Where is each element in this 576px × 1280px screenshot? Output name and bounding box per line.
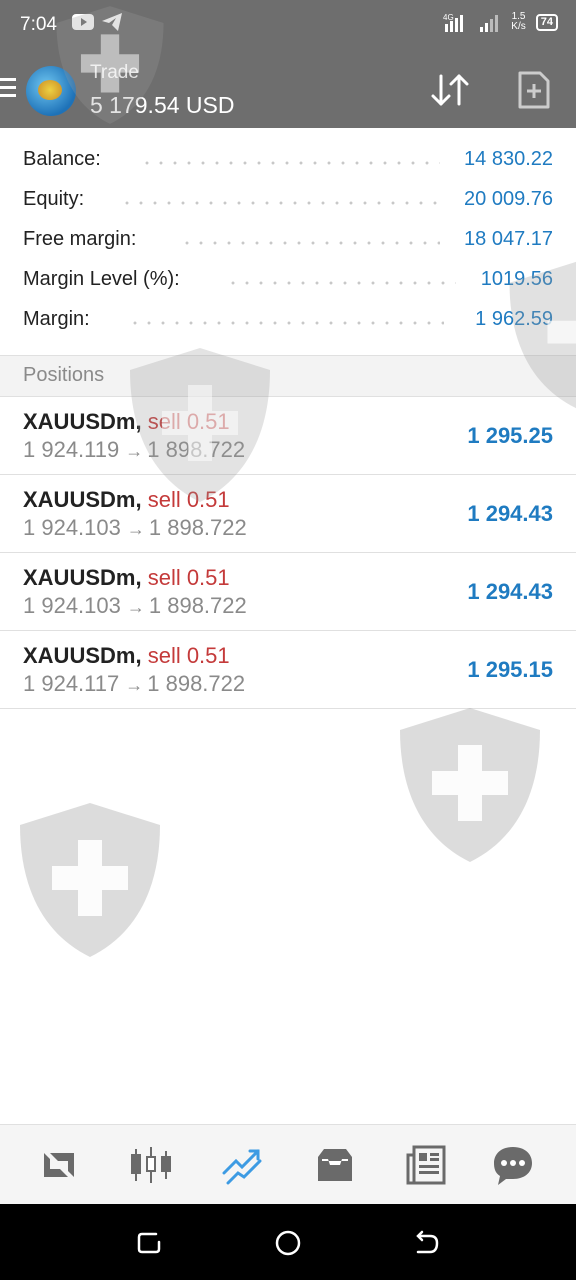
network-speed: 1.5 K/s	[511, 11, 526, 32]
position-type: sell 0.51	[147, 565, 230, 590]
position-type: sell 0.51	[147, 487, 230, 512]
app-bar: Trade 5 179.54 USD	[0, 52, 576, 128]
app-logo	[26, 66, 76, 116]
battery-indicator: 74	[535, 13, 558, 31]
dotted-leader	[128, 321, 444, 325]
app-title: Trade	[90, 62, 139, 83]
chart-icon[interactable]	[128, 1143, 174, 1187]
summary-value: 1 962.59	[475, 308, 553, 330]
summary-row-margin-level: Margin Level (%): 1019.56	[0, 248, 576, 290]
position-current-price: 1 898.722	[147, 671, 246, 696]
youtube-icon	[72, 14, 94, 30]
position-profit: 1 294.43	[467, 579, 553, 604]
signal-4g-icon: 4G	[443, 13, 464, 32]
dotted-leader	[120, 201, 440, 205]
status-system-icons: 4G 1.5 K/s 74	[443, 12, 558, 32]
arrow-right-icon: →	[125, 441, 144, 461]
shield-watermark-icon	[400, 708, 540, 862]
status-bar: 7:04 4G 1.5 K/s 74	[0, 0, 576, 52]
arrow-right-icon: →	[125, 675, 144, 695]
position-profit: 1 295.25	[467, 423, 553, 448]
back-icon[interactable]	[412, 1228, 442, 1258]
dotted-leader	[140, 161, 440, 165]
position-row[interactable]: XAUUSDm, sell 0.51 1 924.119 → 1 898.722 1…	[0, 397, 576, 475]
position-symbol: XAUUSDm,	[23, 565, 142, 590]
svg-text:4G: 4G	[443, 13, 454, 22]
dotted-leader	[226, 281, 456, 285]
arrow-right-icon: →	[126, 597, 145, 617]
position-row[interactable]: XAUUSDm, sell 0.51 1 924.103 → 1 898.722 1…	[0, 475, 576, 553]
new-order-icon[interactable]	[516, 70, 552, 110]
position-current-price: 1 898.722	[148, 515, 247, 540]
position-symbol: XAUUSDm,	[23, 487, 142, 512]
position-open-price: 1 924.117	[23, 671, 120, 696]
position-open-price: 1 924.103	[23, 593, 121, 618]
menu-icon[interactable]	[0, 78, 16, 100]
header-balance: 5 179.54 USD	[90, 92, 235, 118]
history-icon[interactable]	[312, 1143, 358, 1187]
summary-row-balance: Balance: 14 830.22	[0, 128, 576, 170]
bottom-navigation	[0, 1124, 576, 1204]
position-current-price: 1 898.722	[147, 437, 246, 462]
messages-icon[interactable]	[490, 1143, 536, 1187]
position-open-price: 1 924.119	[23, 437, 120, 462]
position-row[interactable]: XAUUSDm, sell 0.51 1 924.117 → 1 898.722 1…	[0, 631, 576, 709]
arrow-right-icon: →	[126, 519, 145, 539]
trade-icon[interactable]	[220, 1143, 266, 1187]
news-icon[interactable]	[404, 1143, 450, 1187]
position-type: sell 0.51	[147, 643, 230, 668]
summary-row-margin: Margin: 1 962.59	[0, 288, 576, 330]
shield-watermark-icon	[20, 803, 160, 957]
status-notification-icons	[72, 13, 122, 31]
sort-icon[interactable]	[428, 70, 472, 110]
position-type: sell 0.51	[147, 409, 230, 434]
position-symbol: XAUUSDm,	[23, 643, 142, 668]
telegram-icon	[102, 13, 122, 31]
positions-section-header: Positions	[0, 355, 576, 397]
summary-row-free-margin: Free margin: 18 047.17	[0, 208, 576, 250]
summary-label: Margin:	[23, 308, 90, 330]
position-open-price: 1 924.103	[23, 515, 121, 540]
position-profit: 1 294.43	[467, 501, 553, 526]
position-profit: 1 295.15	[467, 657, 553, 682]
quotes-icon[interactable]	[36, 1143, 82, 1187]
dotted-leader	[180, 241, 440, 245]
status-time: 7:04	[20, 14, 57, 35]
position-current-price: 1 898.722	[148, 593, 247, 618]
signal-bars-icon	[480, 15, 499, 32]
summary-row-equity: Equity: 20 009.76	[0, 168, 576, 210]
position-row[interactable]: XAUUSDm, sell 0.51 1 924.103 → 1 898.722 1…	[0, 553, 576, 631]
position-symbol: XAUUSDm,	[23, 409, 142, 434]
system-navigation-bar	[0, 1204, 576, 1280]
recent-apps-icon[interactable]	[134, 1228, 164, 1258]
home-icon[interactable]	[273, 1228, 303, 1258]
account-summary: Balance: 14 830.22 Equity: 20 009.76 Fre…	[0, 128, 576, 356]
positions-header-label: Positions	[23, 364, 105, 386]
